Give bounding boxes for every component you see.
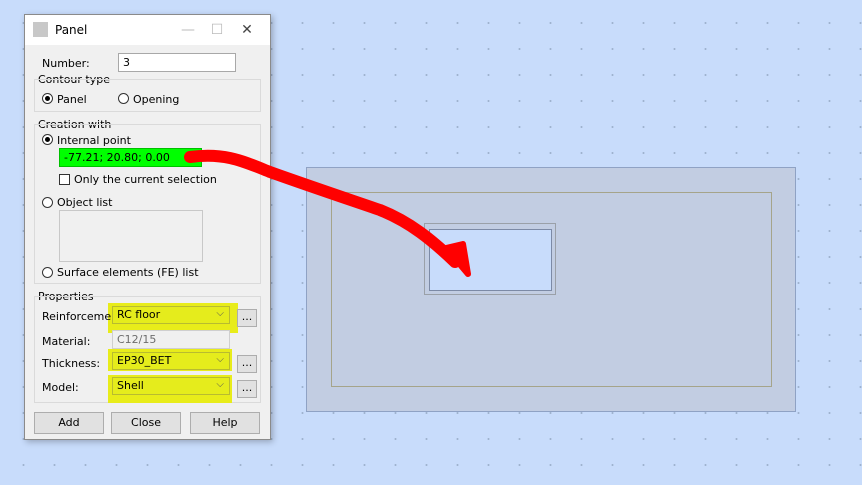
opening-radio-label[interactable]: Opening (133, 93, 179, 106)
reinforcement-more-button[interactable]: ... (237, 309, 257, 327)
only-current-selection-label[interactable]: Only the current selection (74, 173, 217, 186)
opening-region[interactable] (429, 229, 552, 291)
number-label: Number: (42, 57, 90, 70)
surface-elements-radio[interactable] (42, 267, 53, 278)
maximize-icon[interactable]: ☐ (202, 18, 232, 42)
thickness-more-button[interactable]: ... (237, 355, 257, 373)
dialog-title: Panel (55, 23, 88, 37)
dialog-titlebar[interactable]: Panel — ☐ ✕ (25, 15, 270, 45)
model-label: Model: (42, 381, 79, 394)
number-input[interactable]: 3 (118, 53, 236, 72)
internal-point-input[interactable]: -77.21; 20.80; 0.00 (59, 148, 202, 167)
material-input: C12/15 (112, 330, 230, 349)
add-button[interactable]: Add (34, 412, 104, 434)
chevron-down-icon: ⌵ (216, 354, 224, 365)
thickness-label: Thickness: (42, 357, 101, 370)
object-list-radio[interactable] (42, 197, 53, 208)
object-list-box[interactable] (59, 210, 203, 262)
reinforcement-value: RC floor (117, 308, 161, 321)
internal-point-radio[interactable] (42, 134, 53, 145)
app-icon (33, 22, 48, 37)
chevron-down-icon: ⌵ (216, 308, 224, 319)
thickness-select[interactable]: EP30_BET ⌵ (112, 352, 230, 370)
material-label: Material: (42, 335, 91, 348)
opening-radio[interactable] (118, 93, 129, 104)
model-value: Shell (117, 379, 144, 392)
thickness-value: EP30_BET (117, 354, 172, 367)
model-select[interactable]: Shell ⌵ (112, 377, 230, 395)
object-list-label[interactable]: Object list (57, 196, 112, 209)
chevron-down-icon: ⌵ (216, 379, 224, 390)
panel-radio[interactable] (42, 93, 53, 104)
surface-elements-label[interactable]: Surface elements (FE) list (57, 266, 199, 279)
panel-dialog: Panel — ☐ ✕ Number: 3 Contour type Panel… (24, 14, 271, 440)
model-more-button[interactable]: ... (237, 380, 257, 398)
help-button[interactable]: Help (190, 412, 260, 434)
reinforcement-select[interactable]: RC floor ⌵ (112, 306, 230, 324)
panel-radio-label[interactable]: Panel (57, 93, 87, 106)
close-button[interactable]: Close (111, 412, 181, 434)
only-current-selection-checkbox[interactable] (59, 174, 70, 185)
internal-point-label[interactable]: Internal point (57, 134, 131, 147)
close-icon[interactable]: ✕ (232, 18, 262, 42)
minimize-icon[interactable]: — (173, 18, 203, 42)
